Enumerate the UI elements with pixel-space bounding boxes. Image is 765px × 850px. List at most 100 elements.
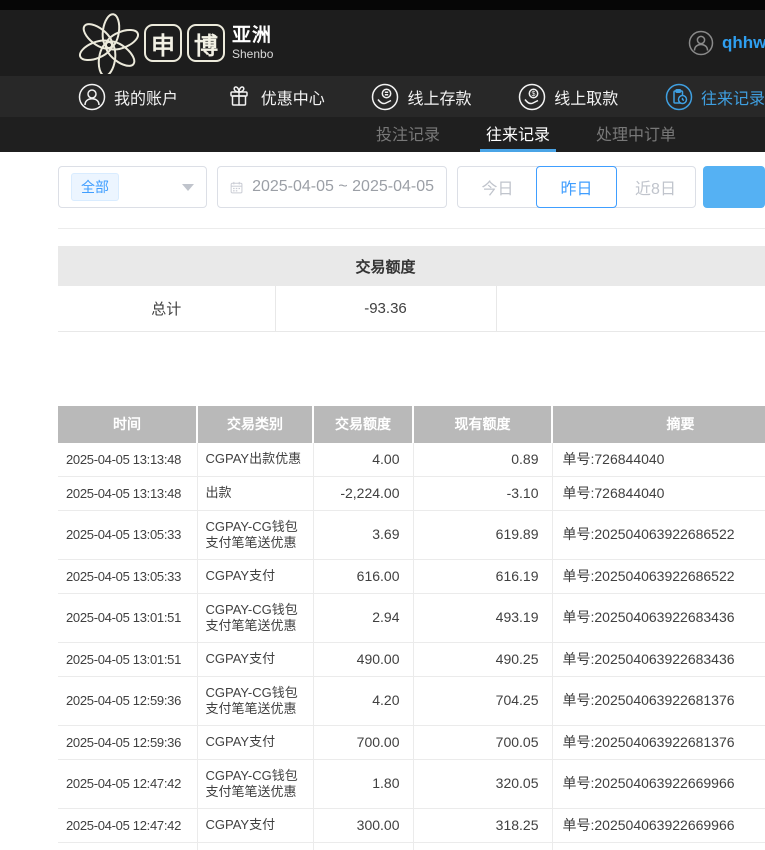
filter-bar: 全部 2025-04-05 ~ 2025-04-05 今日 昨日 近8日 (58, 166, 765, 208)
flower-logo-icon (78, 13, 140, 74)
table-row: 2025-04-05 13:13:48 CGPAY出款优惠 4.00 0.89 单号:7… (58, 442, 765, 477)
cell-amount: 4.20 (312, 676, 413, 726)
quick-date-group: 今日 昨日 近8日 (457, 166, 696, 208)
sub-nav: 投注记录 往来记录 处理中订单 (0, 117, 765, 152)
cell-summary: 单号:202504063922683436 (551, 642, 765, 677)
summary-empty-cell (495, 286, 765, 332)
col-header-summary: 摘要 (551, 405, 765, 443)
cell-amount: 616.00 (312, 559, 413, 594)
account-icon (78, 83, 106, 110)
cell-balance: -3.10 (412, 476, 552, 511)
table-row: 2025-04-05 12:59:36 CGPAY-CG钱包支付笔笔送优惠 4.20… (58, 676, 765, 726)
date-range-value: 2025-04-05 ~ 2025-04-05 (252, 178, 434, 195)
username: qhhw (722, 33, 765, 52)
nav-item-account[interactable]: 我的账户 (78, 83, 178, 111)
nav-label: 线上存款 (407, 90, 472, 108)
cell-time: 2025-04-05 13:01:51 (58, 593, 197, 643)
cell-balance: 700.05 (412, 725, 552, 760)
cell-category: CGPAY出款优惠 (196, 442, 313, 477)
cell-summary: 单号:726844040 (551, 442, 765, 477)
tab-pending-orders[interactable]: 处理中订单 (590, 117, 682, 152)
cell-amount: 4.00 (312, 442, 413, 477)
brand-logo[interactable]: 申 博 亚洲 Shenbo (78, 12, 273, 74)
tab-transaction-records[interactable]: 往来记录 (480, 117, 557, 152)
cell-time: 2025-04-05 13:05:33 (58, 510, 197, 560)
summary-header-amount: 交易额度 (275, 246, 496, 286)
table-row: 2025-04-05 13:05:33 CGPAY-CG钱包支付笔笔送优惠 3.69… (58, 510, 765, 560)
gift-icon (229, 85, 248, 106)
main-nav: 我的账户 优惠中心 线上存款 $ 线上取款 往来记录 (0, 76, 765, 117)
date-range-input[interactable]: 2025-04-05 ~ 2025-04-05 (217, 166, 447, 208)
nav-item-withdraw[interactable]: $ 线上取款 (518, 83, 618, 111)
cell-category: CGPAY-CG钱包支付笔笔送优惠 (196, 593, 313, 643)
cell-balance: 619.89 (412, 510, 552, 560)
cell-summary: 单号:202504063922681376 (551, 725, 765, 760)
cell-time: 2025-04-05 13:13:48 (58, 476, 197, 511)
col-header-category: 交易类别 (196, 405, 313, 443)
summary-total-row: 总计 -93.36 (58, 286, 765, 332)
cell-category: CGPAY支付 (196, 725, 313, 760)
table-row: 2025-04-05 13:01:51 CGPAY支付 490.00 490.25 单号… (58, 642, 765, 677)
table-row: 2025-04-05 13:13:48 出款 -2,224.00 -3.10 单号:72… (58, 476, 765, 511)
last-8-days-button[interactable]: 近8日 (616, 167, 695, 207)
type-selected-tag[interactable]: 全部 (71, 173, 119, 201)
withdraw-icon: $ (518, 83, 546, 110)
brand-char-bo: 博 (187, 24, 225, 62)
transactions-body: 2025-04-05 13:13:48 CGPAY出款优惠 4.00 0.89 单号:7… (58, 442, 765, 850)
cell-category: CGPAY支付 (196, 642, 313, 677)
cell-summary: 单号:202504063922686522 (551, 510, 765, 560)
cell-summary (551, 842, 765, 850)
cell-time: 2025-04-05 13:05:33 (58, 559, 197, 594)
nav-item-deposit[interactable]: 线上存款 (371, 83, 471, 111)
section-divider (58, 228, 765, 229)
nav-label: 我的账户 (114, 90, 179, 108)
user-account[interactable]: qhhw (688, 10, 765, 76)
col-header-amount: 交易额度 (312, 405, 413, 443)
cell-balance: 320.05 (412, 759, 552, 809)
cell-amount: 8.00 (312, 842, 413, 850)
nav-item-promotions[interactable]: 优惠中心 (225, 83, 325, 111)
cell-amount: 1.80 (312, 759, 413, 809)
summary-total-label: 总计 (58, 286, 275, 332)
cell-time: 2025-04-05 13:01:51 (58, 642, 197, 677)
cell-category: CGPAY-CG钱包支付笔笔送优惠 (196, 759, 313, 809)
records-icon (665, 83, 693, 110)
cell-amount: 490.00 (312, 642, 413, 677)
nav-label: 线上取款 (554, 90, 619, 108)
cell-amount: 700.00 (312, 725, 413, 760)
yesterday-button[interactable]: 昨日 (536, 166, 617, 208)
nav-label: 优惠中心 (260, 90, 325, 108)
cell-summary: 单号:202504063922681376 (551, 676, 765, 726)
tab-betting-records[interactable]: 投注记录 (370, 117, 446, 152)
transactions-table: 时间 交易类别 交易额度 现有额度 摘要 2025-04-05 13:13:48… (58, 405, 765, 850)
cell-time: 2025-04-05 13:13:48 (58, 442, 197, 477)
col-header-balance: 现有额度 (412, 405, 552, 443)
deposit-icon (372, 83, 399, 110)
app-header: 申 博 亚洲 Shenbo qhhw (0, 10, 765, 76)
brand-char-shen: 申 (144, 24, 182, 62)
summary-total-value: -93.36 (274, 286, 496, 332)
brand-name-en: Shenbo (232, 47, 274, 61)
table-row: 2025-04-05 13:05:33 CGPAY支付 616.00 616.19 单号… (58, 559, 765, 594)
cell-time: 2025-04-05 12:59:36 (58, 725, 197, 760)
cell-summary: 单号:202504063922686522 (551, 559, 765, 594)
summary-header-empty (496, 246, 765, 286)
svg-text:$: $ (532, 91, 536, 98)
cell-balance: 704.25 (412, 676, 552, 726)
cell-category: 出款 (196, 476, 313, 511)
table-row: 2025-04-05 12:59:36 CGPAY支付 700.00 700.05 单号… (58, 725, 765, 760)
cell-summary: 单号:202504063922669966 (551, 808, 765, 843)
cell-time: 2025-04-05 12:47:17 (58, 842, 197, 850)
chevron-down-icon (182, 183, 194, 191)
nav-item-records[interactable]: 往来记录 (665, 83, 765, 111)
cell-balance: 18.25 (412, 842, 552, 850)
cell-category: 活动优惠 (196, 842, 313, 850)
cell-balance: 616.19 (412, 559, 552, 594)
type-select[interactable]: 全部 (58, 166, 207, 208)
table-row: 2025-04-05 12:47:42 CGPAY-CG钱包支付笔笔送优惠 1.80… (58, 759, 765, 809)
cell-time: 2025-04-05 12:47:42 (58, 808, 197, 843)
search-button[interactable] (703, 166, 765, 208)
cell-time: 2025-04-05 12:47:42 (58, 759, 197, 809)
today-button[interactable]: 今日 (458, 167, 537, 207)
cell-balance: 493.19 (412, 593, 552, 643)
